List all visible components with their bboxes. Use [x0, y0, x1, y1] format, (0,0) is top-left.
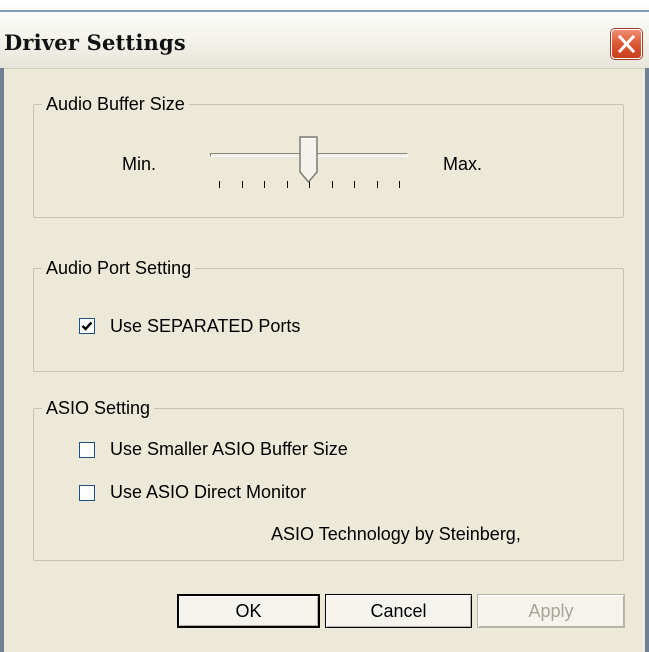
slider-tick [219, 181, 220, 188]
separated-ports-checkbox[interactable] [79, 318, 95, 334]
title-bar[interactable]: Driver Settings [0, 0, 649, 69]
title-bar-edge [0, 10, 649, 12]
slider-tick [331, 181, 333, 188]
separated-ports-label[interactable]: Use SEPARATED Ports [110, 315, 300, 337]
window-frame-left [0, 68, 4, 652]
audio-buffer-legend: Audio Buffer Size [42, 93, 189, 115]
slider-tick [399, 181, 400, 188]
slider-thumb[interactable] [299, 136, 319, 184]
close-button[interactable] [611, 29, 642, 59]
slider-tick [241, 181, 243, 188]
smaller-asio-buffer-checkbox[interactable] [79, 442, 95, 458]
slider-tick [354, 181, 355, 188]
slider-max-label: Max. [443, 154, 483, 174]
close-icon [617, 34, 636, 54]
window-frame-right [645, 68, 649, 652]
slider-tick [376, 181, 378, 188]
asio-direct-monitor-label[interactable]: Use ASIO Direct Monitor [110, 481, 306, 503]
cancel-button[interactable]: Cancel [325, 594, 472, 628]
asio-direct-monitor-checkbox[interactable] [79, 485, 95, 501]
asio-credit-text: ASIO Technology by Steinberg, [271, 524, 521, 544]
smaller-asio-buffer-label[interactable]: Use Smaller ASIO Buffer Size [110, 438, 348, 460]
slider-tick [264, 181, 265, 188]
slider-min-label: Min. [122, 154, 157, 174]
slider-tick [286, 181, 288, 188]
asio-legend: ASIO Setting [42, 397, 155, 419]
apply-button[interactable]: Apply [477, 594, 625, 628]
window-title: Driver Settings [4, 30, 186, 55]
ok-button[interactable]: OK [177, 594, 320, 628]
audio-port-legend: Audio Port Setting [42, 257, 196, 279]
checkmark-icon [81, 321, 93, 331]
